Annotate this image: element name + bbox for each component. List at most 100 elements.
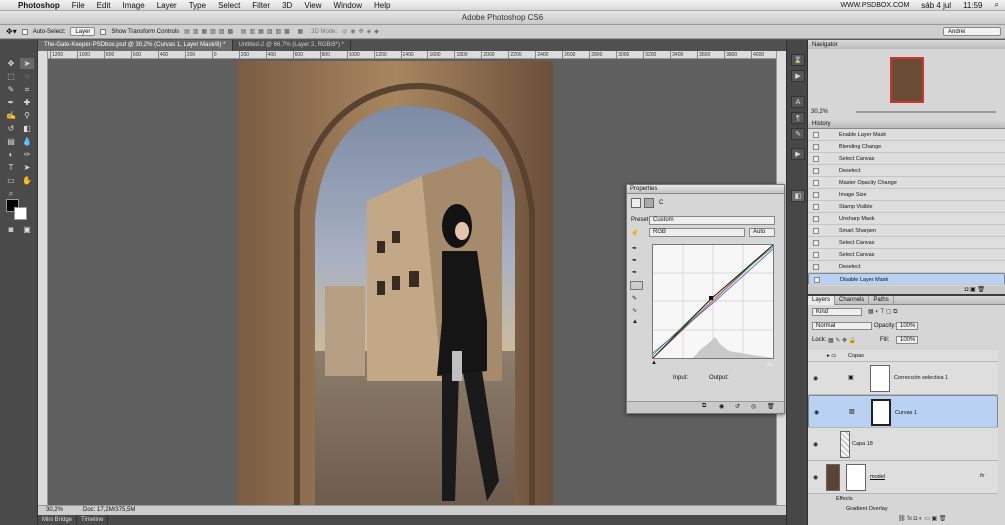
history-brush-icon[interactable]: ↺ xyxy=(4,123,18,134)
doc-size[interactable]: Doc: 17,2M/375,5M xyxy=(83,506,135,515)
move-tool-active-icon[interactable]: ➤ xyxy=(20,58,34,69)
black-point-eyedropper-icon[interactable]: ✒ xyxy=(632,245,637,252)
pen-tool-icon[interactable]: ✑ xyxy=(20,149,34,160)
targeted-adjust-icon[interactable]: ☝ xyxy=(631,229,638,236)
edit-points-icon[interactable] xyxy=(630,281,643,290)
menu-type[interactable]: Type xyxy=(183,1,212,10)
mask-icon[interactable] xyxy=(644,198,654,208)
layer-mask-thumbnail[interactable] xyxy=(870,365,890,392)
layer-capa-18[interactable]: ◉ Capa 18 xyxy=(808,428,998,461)
menu-select[interactable]: Select xyxy=(212,1,246,10)
menu-3d[interactable]: 3D xyxy=(276,1,298,10)
paragraph-panel-icon[interactable]: ¶ xyxy=(791,112,805,124)
marquee-tool-icon[interactable]: ⬚ xyxy=(4,71,18,82)
background-color-swatch[interactable] xyxy=(14,207,27,220)
path-select-icon[interactable]: ➤ xyxy=(20,162,34,173)
zoom-level[interactable]: 30,2% xyxy=(46,506,63,515)
layer-filter-icons[interactable]: ▦ ◐ T ▢ ⧉ xyxy=(868,308,897,316)
kind-filter-dropdown[interactable]: Kind xyxy=(812,308,862,316)
clock-text[interactable]: 11:59 xyxy=(957,1,988,10)
fx-icon[interactable]: fx xyxy=(980,473,984,479)
eye-icon[interactable]: ◉ xyxy=(813,441,819,448)
history-item[interactable]: Blending Change xyxy=(808,141,1005,153)
history-item[interactable]: Select Canvas xyxy=(808,249,1005,261)
play-panel-icon[interactable]: ▶ xyxy=(791,148,805,160)
reset-icon[interactable]: ↺ xyxy=(735,403,740,410)
history-item[interactable]: Image Size xyxy=(808,189,1005,201)
properties-title[interactable]: Properties xyxy=(627,185,784,194)
workspace-dropdown[interactable]: Andrei xyxy=(943,27,1001,36)
tab-paths[interactable]: Paths xyxy=(869,296,894,305)
tab-timeline[interactable]: Timeline xyxy=(77,515,109,525)
type-tool-icon[interactable]: T xyxy=(4,162,18,173)
gradient-tool-icon[interactable]: ▤ xyxy=(4,136,18,147)
clip-to-layer-icon[interactable]: ⧉ xyxy=(702,403,706,410)
white-slider-icon[interactable]: △ xyxy=(767,360,772,367)
menu-image[interactable]: Image xyxy=(116,1,150,10)
channel-dropdown[interactable]: RGB xyxy=(649,228,745,237)
navigator-zoom[interactable]: 30,2% xyxy=(811,109,828,115)
navigator-zoom-slider[interactable] xyxy=(856,111,996,113)
brush-panel-icon[interactable]: ✎ xyxy=(791,128,805,140)
tab-channels[interactable]: Channels xyxy=(835,296,870,305)
screen-mode-icon[interactable]: ▣ xyxy=(20,224,34,235)
menu-window[interactable]: Window xyxy=(328,1,368,10)
history-item-selected[interactable]: Disable Layer Mask xyxy=(808,273,1005,285)
auto-select-checkbox[interactable] xyxy=(21,28,28,35)
menu-edit[interactable]: Edit xyxy=(91,1,117,10)
layer-mask-thumbnail[interactable] xyxy=(846,464,866,491)
blur-tool-icon[interactable]: 💧 xyxy=(20,136,34,147)
history-item[interactable]: Deselect xyxy=(808,261,1005,273)
delete-icon[interactable]: 🗑 xyxy=(767,403,775,410)
curves-graph[interactable] xyxy=(652,244,774,359)
menu-file[interactable]: File xyxy=(66,1,91,10)
eye-icon[interactable]: ◉ xyxy=(813,474,819,481)
brush-tool-icon[interactable]: ✍ xyxy=(4,110,18,121)
move-tool-icon[interactable]: ✥ xyxy=(4,58,18,69)
character-panel-icon[interactable]: A xyxy=(791,96,805,108)
history-tab[interactable]: History xyxy=(808,119,1005,129)
quick-mask-icon[interactable]: ◙ xyxy=(4,224,18,235)
clipping-warning-icon[interactable]: ▲ xyxy=(632,319,638,325)
actions-panel-icon[interactable]: ▶ xyxy=(791,70,805,82)
history-panel-icon[interactable]: ⌛ xyxy=(791,54,805,66)
curves-icon[interactable] xyxy=(631,198,641,208)
align-icons[interactable]: ▤▥▦▧▨▩ ▤▥▦▧▨▩ ▦ xyxy=(184,28,306,35)
dodge-tool-icon[interactable]: ◐ xyxy=(4,149,18,160)
white-point-eyedropper-icon[interactable]: ✒ xyxy=(632,269,637,276)
tab-untitled-2[interactable]: Untitled-2 @ 66,7% (Layer 2, RGB/8*) * xyxy=(233,40,351,51)
spotlight-icon[interactable]: ⌕ xyxy=(989,0,1005,10)
quick-select-icon[interactable]: ✎ xyxy=(4,84,18,95)
history-item[interactable]: Stamp Visible xyxy=(808,201,1005,213)
layer-thumbnail[interactable] xyxy=(826,464,840,491)
menu-view[interactable]: View xyxy=(298,1,327,10)
history-item[interactable]: Select Canvas xyxy=(808,153,1005,165)
zoom-tool-icon[interactable]: ⌕ xyxy=(4,188,18,199)
black-slider-icon[interactable]: ▲ xyxy=(651,360,657,366)
layer-group-copas[interactable]: ▸ ▭ Copas xyxy=(808,350,998,362)
history-item[interactable]: Deselect xyxy=(808,165,1005,177)
history-item[interactable]: Enable Layer Mask xyxy=(808,129,1005,141)
lock-icons[interactable]: ▦ ✎ ✥ 🔒 xyxy=(828,337,856,344)
history-item[interactable]: Unsharp Mask xyxy=(808,213,1005,225)
healing-brush-icon[interactable]: ✚ xyxy=(20,97,34,108)
document-image[interactable] xyxy=(237,61,553,505)
tab-layers[interactable]: Layers xyxy=(808,296,836,305)
auto-button[interactable]: Auto xyxy=(749,228,775,237)
menu-app[interactable]: Photoshop xyxy=(12,1,66,10)
history-item[interactable]: Select Canvas xyxy=(808,237,1005,249)
gradient-overlay-label[interactable]: Gradient Overlay xyxy=(846,506,888,512)
fill-field[interactable]: 100% xyxy=(896,336,918,344)
clone-stamp-icon[interactable]: ⚲ xyxy=(20,110,34,121)
menu-filter[interactable]: Filter xyxy=(246,1,276,10)
view-previous-icon[interactable]: ◉ xyxy=(719,403,724,410)
smooth-curve-icon[interactable]: ∿ xyxy=(632,307,637,314)
lasso-tool-icon[interactable]: ◌ xyxy=(20,71,34,82)
draw-curve-icon[interactable]: ✎ xyxy=(632,295,637,302)
tab-gate-keeper[interactable]: The-Gate-Keeper-PSDbox.psd @ 30,2% (Curv… xyxy=(38,40,233,51)
eye-icon[interactable]: ◉ xyxy=(814,409,820,416)
menu-layer[interactable]: Layer xyxy=(151,1,183,10)
effects-label[interactable]: Effects xyxy=(836,496,853,502)
menu-help[interactable]: Help xyxy=(368,1,396,10)
crop-tool-icon[interactable]: ⌗ xyxy=(20,84,34,95)
